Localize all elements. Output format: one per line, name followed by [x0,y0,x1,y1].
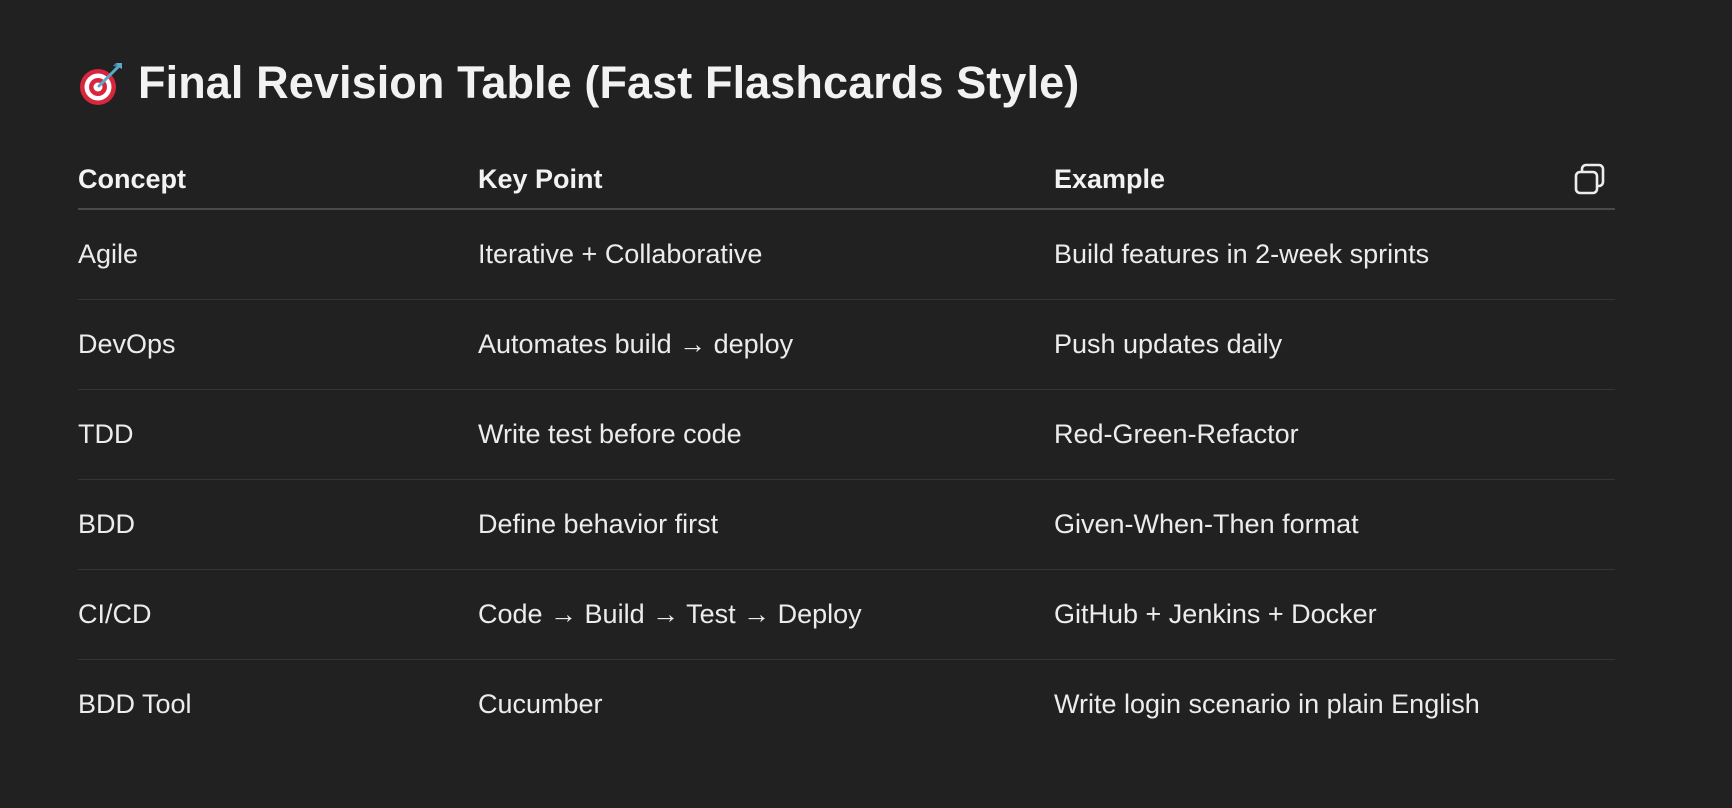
column-header-concept: Concept [78,150,478,210]
table-row: Agile Iterative + Collaborative Build fe… [78,209,1615,300]
table-header-row: Concept Key Point Example [78,150,1615,210]
copy-table-button[interactable] [1573,162,1607,196]
direct-hit-target-icon [78,59,126,107]
cell-key-point: Cucumber [478,689,603,719]
cell-key-point: Iterative + Collaborative [478,209,1054,300]
table-row: TDD Write test before code Red-Green-Ref… [78,389,1615,480]
cell-concept: DevOps [78,299,478,390]
cell-example: Red-Green-Refactor [1054,389,1615,480]
revision-table: Concept Key Point Example Agile Iterativ… [78,150,1615,749]
cell-key-point: Write test before code [478,389,1054,480]
column-header-key-point: Key Point [478,150,1054,210]
table-row: CI/CD Code → Build → Test → Deploy GitHu… [78,569,1615,660]
cell-concept: BDD Tool [78,689,192,719]
revision-table-container: Concept Key Point Example Agile Iterativ… [78,150,1615,749]
table-row: BDD Tool Cucumber Write login scenario i… [78,660,1615,750]
cell-concept: Agile [78,209,478,300]
cell-key-point: Code → Build → Test → Deploy [478,569,1054,660]
cell-concept: TDD [78,389,478,480]
column-header-example: Example [1054,150,1615,210]
copy-icon [1574,163,1605,195]
cell-example: Write login scenario in plain English [1054,689,1480,719]
table-row: BDD Define behavior first Given-When-The… [78,479,1615,570]
table-row: DevOps Automates build → deploy Push upd… [78,299,1615,390]
cell-concept: CI/CD [78,569,478,660]
page-title: Final Revision Table (Fast Flashcards St… [138,57,1080,108]
cell-example: Push updates daily [1054,299,1615,390]
cell-key-point: Automates build → deploy [478,299,1054,390]
cell-example: GitHub + Jenkins + Docker [1054,569,1615,660]
cell-concept: BDD [78,479,478,570]
page-heading: Final Revision Table (Fast Flashcards St… [78,50,1079,116]
cell-example: Build features in 2-week sprints [1054,209,1615,300]
cell-example: Given-When-Then format [1054,479,1615,570]
cell-key-point: Define behavior first [478,479,1054,570]
